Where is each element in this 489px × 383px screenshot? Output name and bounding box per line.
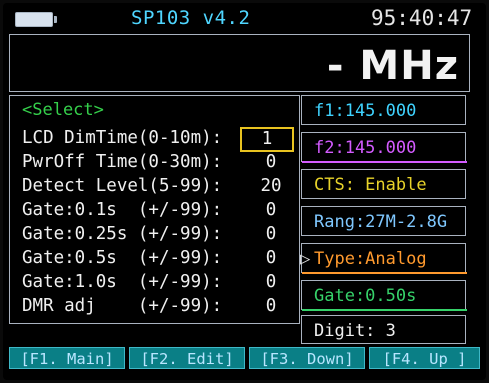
f1-value: f1:145.000 [314, 101, 417, 121]
menu-item-detect-level[interactable]: Detect Level(5-99): 20 [22, 176, 292, 200]
type-field: ▷ Type:Analog [300, 243, 467, 274]
f2-edit-button[interactable]: [F2. Edit] [129, 347, 245, 369]
f3-down-button[interactable]: [F3. Down] [249, 347, 365, 369]
status-bar: SP103 v4.2 95:40:47 [3, 3, 486, 31]
type-underline [302, 272, 467, 274]
clock: 95:40:47 [371, 6, 473, 30]
device-screen: SP103 v4.2 95:40:47 - MHz <Select> LCD D… [3, 3, 486, 380]
menu-item-gate-1-0s[interactable]: Gate:1.0s (+/-99): 0 [22, 272, 292, 296]
menu-item-value: 0 [265, 224, 277, 244]
menu-item-label: PwrOff Time(0-30m): [22, 152, 223, 172]
f4-up-button[interactable]: [F4. Up ] [369, 347, 480, 369]
pointer-icon: ▷ [300, 249, 311, 269]
menu-item-label: DMR adj (+/-99): [22, 296, 223, 316]
cts-field: CTS: Enable [301, 169, 466, 199]
menu-item-value: 0 [265, 272, 277, 292]
type-value: Type:Analog [314, 249, 427, 269]
gate-value: Gate:0.50s [314, 286, 417, 306]
f1-field: f1:145.000 [301, 95, 466, 125]
menu-item-label: Gate:0.5s (+/-99): [22, 248, 223, 268]
menu-item-value: 20 [260, 176, 282, 196]
range-value: Rang:27M-2.8G [314, 212, 448, 232]
menu-item-gate-0-25s[interactable]: Gate:0.25s (+/-99): 0 [22, 224, 292, 248]
f2-value: f2:145.000 [314, 138, 417, 158]
menu-header: <Select> [22, 100, 104, 120]
range-field: Rang:27M-2.8G [301, 206, 466, 236]
menu-item-dmr-adj[interactable]: DMR adj (+/-99): 0 [22, 296, 292, 320]
menu-item-value: 0 [265, 152, 277, 172]
gate-underline [302, 309, 467, 311]
menu-item-value: 0 [265, 296, 277, 316]
menu-item-label: Detect Level(5-99): [22, 176, 223, 196]
function-key-bar: [F1. Main] [F2. Edit] [F3. Down] [F4. Up… [3, 347, 486, 375]
frequency-readout: - MHz [326, 43, 459, 89]
menu-item-lcd-dimtime[interactable]: LCD DimTime(0-10m): 1 [22, 127, 294, 152]
digit-field: Digit: 3 [301, 315, 466, 344]
f2-underline [302, 161, 467, 163]
cts-value: CTS: Enable [314, 175, 427, 195]
f2-field: f2:145.000 [301, 132, 467, 163]
settings-menu: <Select> LCD DimTime(0-10m): 1 PwrOff Ti… [9, 95, 300, 324]
gate-field: Gate:0.50s [301, 280, 467, 311]
menu-item-label: LCD DimTime(0-10m): [22, 128, 223, 148]
model-title: SP103 v4.2 [131, 7, 251, 29]
battery-icon [15, 12, 57, 27]
menu-item-label: Gate:0.1s (+/-99): [22, 200, 223, 220]
digit-value: Digit: 3 [314, 321, 396, 341]
menu-item-value: 0 [265, 248, 277, 268]
menu-item-value[interactable]: 1 [240, 127, 294, 152]
menu-item-label: Gate:1.0s (+/-99): [22, 272, 223, 292]
menu-item-gate-0-1s[interactable]: Gate:0.1s (+/-99): 0 [22, 200, 292, 224]
menu-item-label: Gate:0.25s (+/-99): [22, 224, 223, 244]
menu-item-value: 0 [265, 200, 277, 220]
menu-item-pwroff-time[interactable]: PwrOff Time(0-30m): 0 [22, 152, 292, 176]
menu-item-gate-0-5s[interactable]: Gate:0.5s (+/-99): 0 [22, 248, 292, 272]
info-panel: f1:145.000 f2:145.000 CTS: Enable Rang:2… [300, 95, 470, 344]
f1-main-button[interactable]: [F1. Main] [9, 347, 125, 369]
frequency-panel: - MHz [9, 34, 470, 92]
